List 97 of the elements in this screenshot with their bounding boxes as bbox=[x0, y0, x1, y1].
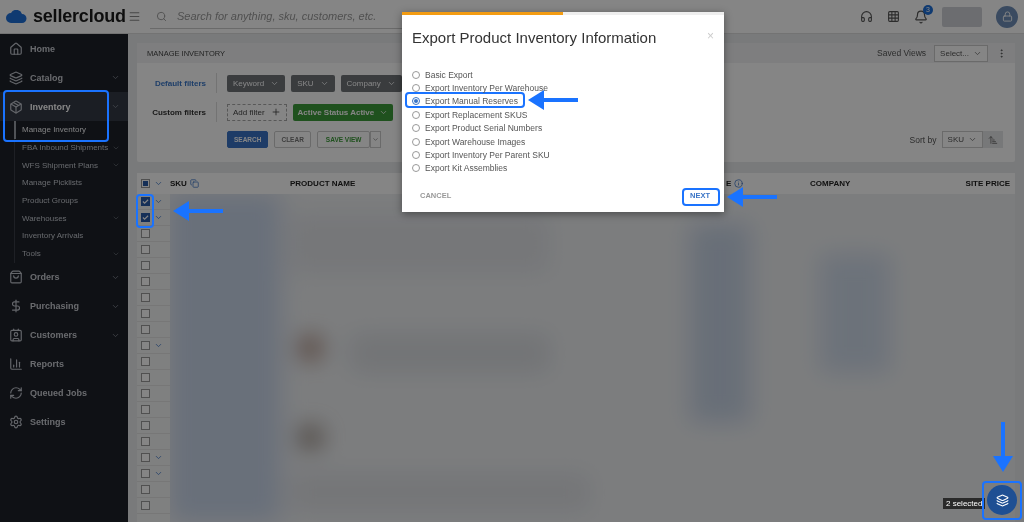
sidebar-subitem[interactable]: Inventory Arrivals bbox=[14, 227, 128, 245]
sidebar-icon bbox=[9, 299, 23, 313]
row-checkbox[interactable] bbox=[141, 501, 150, 510]
plus-icon bbox=[270, 107, 281, 117]
sort-icon bbox=[988, 134, 998, 145]
row-checkbox[interactable] bbox=[141, 469, 150, 478]
sidebar-icon bbox=[9, 41, 23, 56]
headset-icon[interactable] bbox=[860, 10, 873, 23]
dialog-title: Export Product Inventory Information bbox=[412, 29, 658, 46]
sidebar-item[interactable]: Inventory bbox=[0, 92, 128, 121]
export-option[interactable]: Export Manual Reserves bbox=[412, 94, 519, 109]
column-header: PRODUCT NAME bbox=[290, 179, 356, 188]
export-option[interactable]: Export Replacement SKUS bbox=[412, 108, 528, 122]
layers-icon bbox=[995, 493, 1009, 507]
row-checkbox[interactable] bbox=[141, 245, 150, 254]
sidebar-item[interactable]: Queued Jobs bbox=[0, 378, 128, 408]
highlight-frame bbox=[982, 481, 1022, 520]
bell-icon[interactable] bbox=[914, 9, 928, 24]
export-option[interactable]: Export Product Serial Numbers bbox=[412, 121, 543, 135]
saved-views-label: Saved Views bbox=[877, 48, 927, 58]
row-checkbox[interactable] bbox=[141, 277, 150, 286]
user-name-blurred bbox=[942, 6, 982, 27]
active-filter-chip[interactable]: Active Status Active bbox=[292, 103, 394, 121]
apps-grid-icon[interactable] bbox=[887, 10, 900, 23]
default-filters-link[interactable]: Default filters bbox=[149, 73, 217, 93]
column-header: SITE PRICE bbox=[965, 179, 1010, 188]
sidebar-icon bbox=[9, 70, 23, 85]
column-header: SKU bbox=[170, 179, 187, 188]
sort-label: Sort by bbox=[909, 134, 937, 145]
menu-icon[interactable] bbox=[128, 10, 141, 23]
arrow-icon bbox=[991, 422, 1015, 472]
row-checkbox[interactable] bbox=[141, 293, 150, 302]
sidebar-icon bbox=[9, 357, 23, 371]
saved-views-select[interactable]: Select... bbox=[934, 44, 988, 62]
add-filter-button[interactable]: Add filter bbox=[227, 103, 287, 121]
select-all-checkbox[interactable] bbox=[141, 179, 150, 188]
sidebar-item[interactable]: Settings bbox=[0, 407, 128, 437]
row-checkbox[interactable] bbox=[141, 325, 150, 334]
row-checkbox[interactable] bbox=[141, 437, 150, 446]
row-checkbox[interactable] bbox=[141, 229, 150, 238]
export-option[interactable]: Export Inventory Per Parent SKU bbox=[412, 148, 550, 162]
sidebar-icon bbox=[9, 415, 23, 429]
row-checkbox[interactable] bbox=[141, 213, 150, 222]
row-checkbox[interactable] bbox=[141, 261, 150, 270]
custom-filters-label: Custom filters bbox=[149, 102, 217, 122]
sidebar-item[interactable]: Home bbox=[0, 34, 128, 63]
row-checkbox[interactable] bbox=[141, 357, 150, 366]
chevron-icon bbox=[968, 135, 977, 144]
highlight-frame bbox=[136, 194, 154, 228]
arrow-icon bbox=[727, 185, 777, 209]
arrow-icon bbox=[173, 199, 223, 223]
export-option[interactable]: Export Inventory Per Warehouse bbox=[412, 81, 548, 95]
chevron-icon bbox=[154, 341, 163, 350]
caret-icon bbox=[372, 136, 380, 143]
row-checkbox[interactable] bbox=[141, 373, 150, 382]
sidebar-subitem[interactable]: Tools bbox=[14, 244, 128, 263]
export-option[interactable]: Basic Export bbox=[412, 68, 473, 82]
row-checkbox[interactable] bbox=[141, 453, 150, 462]
sidebar-subitem[interactable]: FBA Inbound Shipments bbox=[14, 138, 128, 157]
avatar[interactable] bbox=[996, 5, 1018, 28]
chevron-icon bbox=[111, 102, 120, 111]
sidebar-item[interactable]: Catalog bbox=[0, 63, 128, 92]
copy-icon[interactable] bbox=[189, 179, 199, 188]
sidebar-subitem[interactable]: Warehouses bbox=[14, 209, 128, 228]
column-header: E bbox=[726, 179, 732, 188]
sidebar-item[interactable]: Customers bbox=[0, 320, 128, 350]
row-checkbox[interactable] bbox=[141, 309, 150, 318]
sidebar-subitem[interactable]: WFS Shipment Plans bbox=[14, 156, 128, 175]
sidebar-icon bbox=[9, 386, 23, 400]
sidebar-subitem[interactable]: Manage Inventory bbox=[14, 121, 128, 139]
sidebar-item[interactable]: Purchasing bbox=[0, 291, 128, 321]
export-option[interactable]: Export Warehouse Images bbox=[412, 134, 526, 149]
sort-select[interactable]: SKU bbox=[941, 131, 983, 148]
row-checkbox[interactable] bbox=[141, 405, 150, 414]
sidebar-item[interactable]: Orders bbox=[0, 262, 128, 292]
export-option[interactable]: Export Kit Assemblies bbox=[412, 161, 508, 176]
sidebar-subitem[interactable]: Product Groups bbox=[14, 191, 128, 210]
cloud-logo-icon bbox=[6, 10, 27, 23]
row-checkbox[interactable] bbox=[141, 389, 150, 398]
chevron-icon bbox=[111, 73, 120, 82]
row-checkbox[interactable] bbox=[141, 421, 150, 430]
selection-count-badge: 2 selected bbox=[943, 498, 986, 509]
sidebar-icon bbox=[9, 328, 23, 342]
logo-text: sellercloud bbox=[33, 6, 126, 27]
sidebar-item[interactable]: Reports bbox=[0, 349, 128, 379]
caret-button[interactable] bbox=[370, 131, 382, 148]
highlight-frame bbox=[682, 188, 720, 206]
sort-order-button[interactable] bbox=[983, 131, 1003, 148]
column-header: COMPANY bbox=[810, 179, 851, 188]
row-checkbox[interactable] bbox=[141, 197, 150, 206]
sidebar-subitem[interactable]: Manage Picklists bbox=[14, 174, 128, 192]
sidebar-icon bbox=[9, 99, 23, 114]
row-checkbox[interactable] bbox=[141, 341, 150, 350]
row-checkbox[interactable] bbox=[141, 485, 150, 494]
info-icon[interactable] bbox=[734, 179, 744, 188]
sidebar-icon bbox=[9, 270, 23, 284]
search-icon bbox=[156, 10, 167, 22]
